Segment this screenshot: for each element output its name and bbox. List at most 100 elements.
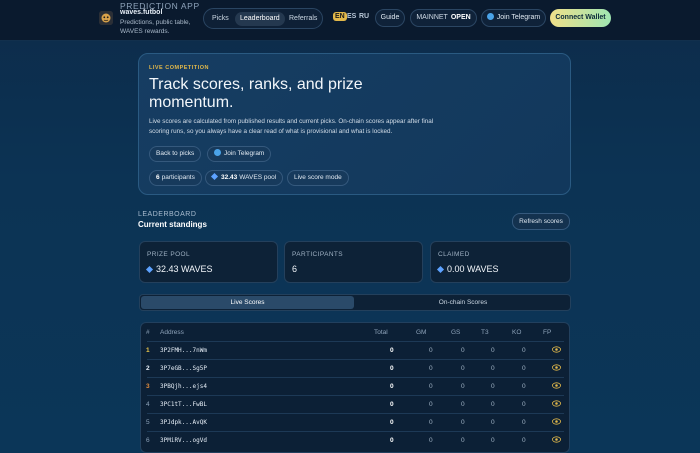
- tab-onchain-scores[interactable]: On-chain Scores: [356, 296, 570, 309]
- score-tabs: Live Scores On-chain Scores: [139, 294, 571, 311]
- score-mode-chip: Live score mode: [287, 170, 349, 186]
- gs-cell: 0: [461, 365, 465, 372]
- address-cell[interactable]: 3P7eGB...Sg5P: [160, 365, 207, 372]
- claimed-value: 0.00 WAVES: [436, 264, 499, 274]
- join-telegram-button[interactable]: Join Telegram: [481, 9, 546, 27]
- eye-icon[interactable]: [552, 400, 561, 407]
- t3-cell: 0: [491, 383, 495, 390]
- prize-pool-value: 32.43 WAVES: [145, 264, 213, 274]
- prize-pool-card: PRIZE POOL 32.43 WAVES: [139, 241, 278, 283]
- gs-cell: 0: [461, 419, 465, 426]
- total-cell: 0: [390, 347, 394, 354]
- hero-description: Live scores are calculated from publishe…: [149, 118, 434, 135]
- col-ko[interactable]: KO: [512, 329, 521, 336]
- rank-cell: 2: [146, 365, 150, 372]
- total-cell: 0: [390, 401, 394, 408]
- col-gm[interactable]: GM: [416, 329, 426, 336]
- back-to-picks-button[interactable]: Back to picks: [149, 146, 202, 162]
- address-cell[interactable]: 3PC1tT...FwBL: [160, 401, 207, 408]
- gm-cell: 0: [429, 419, 433, 426]
- table-row[interactable]: 3 3PBQjh...ejs4 0 0 0 0 0: [146, 377, 564, 394]
- address-cell[interactable]: 3P2FMH...7nWm: [160, 347, 207, 354]
- col-t3[interactable]: T3: [481, 329, 489, 336]
- table-row[interactable]: 6 3PMiRV...ogVd 0 0 0 0 0: [146, 431, 564, 448]
- gs-cell: 0: [461, 437, 465, 444]
- table-row[interactable]: 4 3PC1tT...FwBL 0 0 0 0 0: [146, 395, 564, 412]
- language-ru[interactable]: RU: [359, 13, 369, 20]
- participants-card-label: PARTICIPANTS: [292, 251, 344, 258]
- gs-cell: 0: [461, 347, 465, 354]
- guide-button[interactable]: Guide: [375, 9, 405, 27]
- address-cell[interactable]: 3PBQjh...ejs4: [160, 383, 207, 390]
- address-cell[interactable]: 3PMiRV...ogVd: [160, 437, 207, 444]
- language-en[interactable]: EN: [333, 12, 347, 21]
- hero-card: LIVE COMPETITION Track scores, ranks, an…: [138, 53, 571, 195]
- col-rank: #: [146, 329, 150, 336]
- leaderboard-table: # Address Total GM GS T3 KO FP 1 3P2FMH..…: [140, 322, 570, 453]
- ko-cell: 0: [522, 383, 526, 390]
- nav-picks[interactable]: Picks: [207, 12, 234, 26]
- ko-cell: 0: [522, 419, 526, 426]
- gs-cell: 0: [461, 401, 465, 408]
- table-row[interactable]: 1 3P2FMH...7nWm 0 0 0 0 0: [146, 341, 564, 358]
- pool-value: 32.43: [221, 174, 238, 181]
- hero-title: Track scores, ranks, and prize momentum.: [149, 76, 363, 111]
- waves-diamond-icon: [436, 265, 445, 274]
- connect-wallet-button[interactable]: Connect Wallet: [550, 9, 611, 27]
- ko-cell: 0: [522, 437, 526, 444]
- eye-icon[interactable]: [552, 382, 561, 389]
- rank-cell: 3: [146, 383, 150, 390]
- top-bar: PREDICTION APP waves.futbol Predictions,…: [0, 0, 700, 41]
- hero-telegram-label: Join Telegram: [224, 150, 265, 157]
- claimed-amount: 0.00 WAVES: [447, 264, 499, 274]
- network-label: MAINNET: [416, 14, 448, 21]
- telegram-icon: [486, 13, 494, 20]
- col-fp[interactable]: FP: [543, 329, 551, 336]
- address-cell[interactable]: 3PJdpk...AvQK: [160, 419, 207, 426]
- prize-pool-label: PRIZE POOL: [147, 251, 191, 258]
- prize-pool-amount: 32.43 WAVES: [156, 264, 213, 274]
- t3-cell: 0: [491, 437, 495, 444]
- eye-icon[interactable]: [552, 418, 561, 425]
- ko-cell: 0: [522, 347, 526, 354]
- total-cell: 0: [390, 419, 394, 426]
- participants-label: participants: [161, 174, 195, 181]
- t3-cell: 0: [491, 419, 495, 426]
- total-cell: 0: [390, 383, 394, 390]
- total-cell: 0: [390, 437, 394, 444]
- t3-cell: 0: [491, 401, 495, 408]
- col-total[interactable]: Total: [374, 329, 388, 336]
- eye-icon[interactable]: [552, 364, 561, 371]
- table-row[interactable]: 5 3PJdpk...AvQK 0 0 0 0 0: [146, 413, 564, 430]
- tab-live-scores[interactable]: Live Scores: [141, 296, 354, 309]
- claimed-card: CLAIMED 0.00 WAVES: [430, 241, 571, 283]
- nav-leaderboard[interactable]: Leaderboard: [235, 12, 285, 26]
- hero-telegram-button[interactable]: Join Telegram: [207, 146, 272, 162]
- main-nav: Picks Leaderboard Referrals: [203, 8, 323, 29]
- gm-cell: 0: [429, 401, 433, 408]
- ko-cell: 0: [522, 365, 526, 372]
- col-gs[interactable]: GS: [451, 329, 460, 336]
- nav-referrals[interactable]: Referrals: [284, 12, 322, 26]
- rank-cell: 5: [146, 419, 150, 426]
- network-open: OPEN: [450, 14, 471, 21]
- eye-icon[interactable]: [552, 436, 561, 443]
- participants-chip: 6 participants: [149, 170, 202, 186]
- eye-icon[interactable]: [552, 346, 561, 353]
- join-telegram-label: Join Telegram: [496, 14, 541, 21]
- brand-name[interactable]: waves.futbol: [120, 9, 162, 16]
- leaderboard-eyebrow: LEADERBOARD: [138, 211, 197, 218]
- ko-cell: 0: [522, 401, 526, 408]
- pool-chip: 32.43 WAVES pool: [205, 170, 284, 186]
- gm-cell: 0: [429, 437, 433, 444]
- waves-diamond-icon: [210, 172, 219, 181]
- app-logo-icon[interactable]: [99, 11, 113, 25]
- language-es[interactable]: ES: [347, 13, 356, 20]
- col-address: Address: [160, 329, 184, 336]
- participants-card: PARTICIPANTS 6: [284, 241, 423, 283]
- brand-description: Predictions, public table, WAVES rewards…: [120, 19, 191, 35]
- rank-cell: 6: [146, 437, 150, 444]
- refresh-scores-button[interactable]: Refresh scores: [512, 213, 570, 230]
- table-row[interactable]: 2 3P7eGB...Sg5P 0 0 0 0 0: [146, 359, 564, 376]
- rank-cell: 1: [146, 347, 150, 354]
